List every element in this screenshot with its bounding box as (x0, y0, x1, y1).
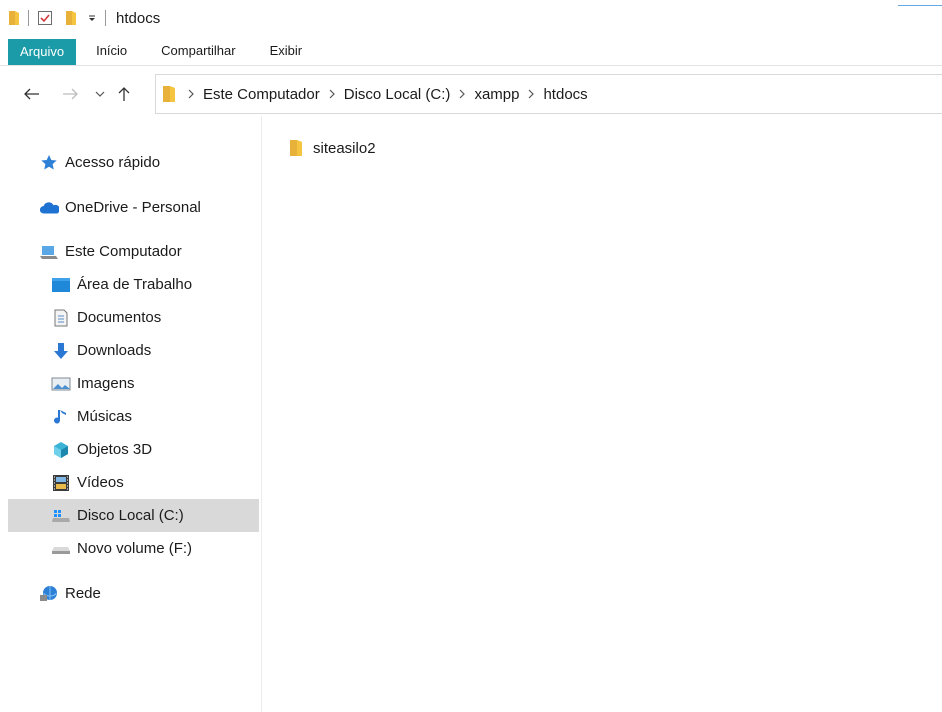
sidebar-item-label: Disco Local (C:) (77, 507, 184, 524)
folder-icon (289, 139, 307, 157)
list-item[interactable]: siteasilo2 (289, 136, 376, 160)
network-icon (39, 584, 59, 604)
sidebar-item-label: Acesso rápido (65, 154, 161, 171)
back-button[interactable] (19, 80, 45, 108)
drive-f-icon (51, 539, 71, 559)
star-icon (39, 153, 59, 173)
new-folder-icon[interactable] (65, 10, 77, 26)
tab-inicio[interactable]: Início (76, 36, 144, 65)
sidebar-item-this-pc[interactable]: Este Computador (8, 235, 259, 268)
documents-icon (51, 308, 71, 328)
up-button[interactable] (111, 80, 137, 108)
chevron-right-icon[interactable] (329, 89, 335, 99)
sidebar-item-videos[interactable]: Vídeos (8, 466, 259, 499)
sidebar-item-label: Imagens (77, 375, 135, 392)
sidebar-item-network[interactable]: Rede (8, 577, 259, 610)
title-bar: htdocs (0, 0, 942, 36)
sidebar-item-label: Este Computador (65, 243, 182, 260)
desktop-icon (51, 275, 71, 295)
sidebar-item-desktop[interactable]: Área de Trabalho (8, 268, 259, 301)
tab-compartilhar[interactable]: Compartilhar (144, 36, 252, 65)
sidebar-item-documents[interactable]: Documentos (8, 301, 259, 334)
breadcrumb-xampp[interactable]: xampp (474, 86, 519, 103)
sidebar-item-onedrive[interactable]: OneDrive - Personal (8, 191, 259, 224)
breadcrumb-este-computador[interactable]: Este Computador (203, 86, 320, 103)
chevron-right-icon[interactable] (459, 89, 466, 99)
sidebar-item-label: Downloads (77, 342, 152, 359)
sidebar-item-objects-3d[interactable]: Objetos 3D (8, 433, 259, 466)
file-list: siteasilo2 (263, 116, 942, 712)
sidebar-item-pictures[interactable]: Imagens (8, 367, 259, 400)
quick-access-toolbar: htdocs (8, 10, 160, 27)
chevron-right-icon[interactable] (528, 89, 535, 99)
navigation-bar: Este Computador Disco Local (C:) xampp h… (0, 72, 942, 116)
tab-arquivo[interactable]: Arquivo (8, 38, 77, 65)
downloads-icon (51, 341, 71, 361)
navigation-pane: Acesso rápido OneDrive - Personal Este C… (0, 116, 262, 712)
address-bar[interactable]: Este Computador Disco Local (C:) xampp h… (155, 74, 942, 114)
sidebar-item-label: Rede (65, 585, 101, 602)
sidebar-item-label: Novo volume (F:) (77, 540, 193, 557)
music-icon (51, 407, 71, 427)
breadcrumb-htdocs[interactable]: htdocs (543, 86, 587, 103)
properties-check-icon[interactable] (37, 10, 53, 26)
forward-button[interactable] (57, 80, 83, 108)
sidebar-item-disco-local-c[interactable]: Disco Local (C:) (8, 499, 259, 532)
pictures-icon (51, 374, 71, 394)
sidebar-item-label: Vídeos (77, 474, 124, 491)
sidebar-item-music[interactable]: Músicas (8, 400, 259, 433)
folder-icon (162, 85, 176, 103)
breadcrumb-disco-local[interactable]: Disco Local (C:) (344, 86, 451, 103)
window-title: htdocs (116, 9, 161, 27)
sidebar-item-label: OneDrive - Personal (65, 199, 201, 216)
sidebar-item-label: Músicas (77, 408, 133, 425)
sidebar-item-downloads[interactable]: Downloads (8, 334, 259, 367)
videos-icon (51, 473, 71, 493)
cloud-icon (39, 198, 59, 218)
ribbon-tabs: Arquivo Início Compartilhar Exibir (0, 36, 942, 66)
folder-icon (8, 10, 20, 26)
sidebar-item-label: Objetos 3D (77, 441, 153, 458)
objects-3d-icon (51, 440, 71, 460)
window-accent-line (898, 5, 942, 6)
recent-locations-button[interactable] (87, 80, 113, 108)
sidebar-item-quick-access[interactable]: Acesso rápido (8, 146, 259, 179)
toolbar-separator (105, 10, 106, 26)
computer-icon (39, 242, 59, 262)
sidebar-item-label: Área de Trabalho (77, 276, 193, 293)
chevron-right-icon[interactable] (188, 89, 194, 99)
toolbar-separator (28, 10, 29, 26)
drive-c-icon (51, 506, 71, 526)
sidebar-item-label: Documentos (77, 309, 162, 326)
tab-exibir[interactable]: Exibir (253, 36, 320, 65)
file-name: siteasilo2 (313, 139, 376, 157)
sidebar-item-novo-volume-f[interactable]: Novo volume (F:) (8, 532, 259, 565)
customize-toolbar-icon[interactable] (87, 13, 97, 23)
